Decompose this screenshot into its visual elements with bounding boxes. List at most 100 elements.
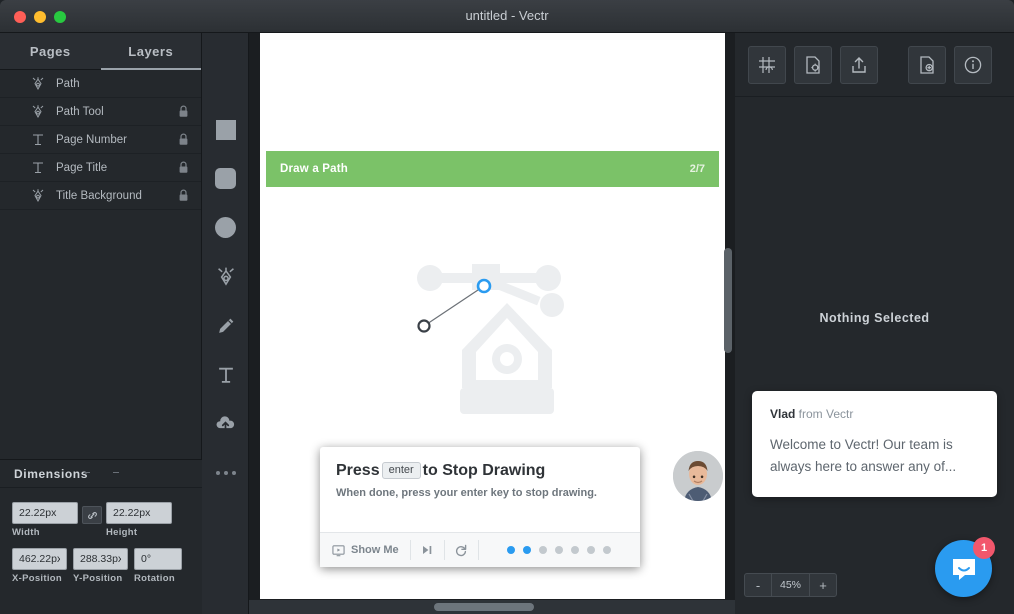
enter-key-cap: enter xyxy=(381,462,421,480)
rotation-input[interactable] xyxy=(134,548,182,570)
step-dot[interactable] xyxy=(506,546,515,554)
x-position-label: X-Position xyxy=(12,573,62,584)
layer-name: Path Tool xyxy=(56,105,104,118)
step-dot[interactable] xyxy=(538,546,547,554)
path-tool[interactable] xyxy=(202,252,249,301)
canvas-vertical-scrollbar[interactable] xyxy=(724,248,732,353)
layer-row[interactable]: Title Background xyxy=(0,182,201,210)
layer-row[interactable]: Path Tool xyxy=(0,98,201,126)
layer-list: Path Path Tool Page Number Page Title Ti… xyxy=(0,70,201,210)
lock-icon[interactable] xyxy=(178,161,189,174)
text-tool-icon xyxy=(33,161,43,173)
path-tool-icon xyxy=(32,104,44,118)
page-banner: Draw a Path 2/7 xyxy=(266,151,719,187)
height-label: Height xyxy=(106,527,138,538)
new-document-button[interactable] xyxy=(908,45,946,84)
y-position-field: Y-Position xyxy=(73,548,128,584)
grid-snap-icon xyxy=(759,56,775,73)
snap-grid-button[interactable] xyxy=(748,45,786,84)
width-input[interactable] xyxy=(12,502,78,524)
lock-icon[interactable] xyxy=(178,189,189,202)
y-position-label: Y-Position xyxy=(73,573,123,584)
layer-name: Page Number xyxy=(56,133,127,146)
tooltip-title-before: Press xyxy=(336,462,380,479)
tooltip-footer: Show Me xyxy=(320,532,640,567)
link-ratio-icon[interactable] xyxy=(82,506,102,524)
step-dot[interactable] xyxy=(554,546,563,554)
onboarding-tooltip: Press enter to Stop Drawing When done, pre… xyxy=(320,447,640,567)
intercom-message-card[interactable]: Vlad from Vectr Welcome to Vectr! Our te… xyxy=(752,391,997,497)
next-step-button[interactable] xyxy=(411,543,444,557)
restart-button[interactable] xyxy=(445,543,478,557)
show-me-button[interactable]: Show Me xyxy=(332,544,410,557)
x-position-input[interactable] xyxy=(12,548,67,570)
layer-row[interactable]: Page Title xyxy=(0,154,201,182)
path-tool-icon xyxy=(32,76,44,90)
x-position-field: X-Position xyxy=(12,548,67,584)
pen-tool-illustration xyxy=(417,264,564,414)
height-input[interactable] xyxy=(106,502,172,524)
info-button[interactable] xyxy=(954,45,992,84)
screen-play-icon xyxy=(332,544,345,556)
empty-selection-message: Nothing Selected xyxy=(819,311,930,325)
lock-icon[interactable] xyxy=(178,133,189,146)
step-dot[interactable] xyxy=(522,546,531,554)
position-row: X-Position Y-Position Rotation xyxy=(12,548,190,584)
lock-icon[interactable] xyxy=(178,105,189,118)
intercom-chat-icon xyxy=(952,558,975,580)
rectangle-tool[interactable] xyxy=(202,105,249,154)
y-position-input[interactable] xyxy=(73,548,128,570)
step-indicator xyxy=(506,546,611,554)
text-tool[interactable] xyxy=(202,350,249,399)
rounded-rectangle-tool[interactable] xyxy=(202,154,249,203)
layer-name: Path xyxy=(56,77,80,90)
dimensions-panel: Dimensions Width Height xyxy=(0,459,202,614)
zoom-value: 45% xyxy=(779,579,801,591)
unread-badge: 1 xyxy=(973,537,995,559)
scrollbar-thumb[interactable] xyxy=(434,603,534,611)
banner-title: Draw a Path xyxy=(280,163,349,175)
tooltip-title: Press enter to Stop Drawing xyxy=(336,461,624,480)
rotation-label: Rotation xyxy=(134,573,175,584)
pencil-icon xyxy=(218,318,233,333)
rotation-field: Rotation xyxy=(134,548,182,584)
rounded-square-icon xyxy=(215,168,236,189)
step-dot[interactable] xyxy=(602,546,611,554)
right-toolbar xyxy=(735,33,1014,97)
vectr-app-window: untitled - Vectr Pages Layers Path Path … xyxy=(0,0,1014,614)
layer-row[interactable]: Path xyxy=(0,70,201,98)
pen-path-icon xyxy=(217,267,234,286)
restart-icon xyxy=(456,544,467,557)
zoom-in-button[interactable]: + xyxy=(810,578,836,593)
layer-name: Title Background xyxy=(56,189,142,202)
text-tool-icon xyxy=(33,133,43,145)
info-circle-icon xyxy=(964,56,982,73)
sidebar-tabs: Pages Layers xyxy=(0,33,201,70)
zoom-out-button[interactable]: - xyxy=(745,578,771,593)
file-plus-icon xyxy=(920,55,934,74)
tab-layers[interactable]: Layers xyxy=(100,33,202,70)
step-dot[interactable] xyxy=(570,546,579,554)
tab-pages[interactable]: Pages xyxy=(0,33,101,69)
tooltip-subtitle: When done, press your enter key to stop … xyxy=(336,487,597,500)
tool-strip xyxy=(202,33,249,614)
document-settings-button[interactable] xyxy=(794,45,832,84)
layer-row[interactable]: Page Number xyxy=(0,126,201,154)
import-tool[interactable] xyxy=(202,399,249,448)
file-gear-icon xyxy=(806,55,820,74)
more-tools[interactable] xyxy=(202,448,249,497)
canvas-horizontal-scrollbar[interactable] xyxy=(249,600,735,614)
ellipsis-icon xyxy=(215,470,236,475)
dimensions-header: Dimensions xyxy=(0,460,202,488)
square-icon xyxy=(215,119,236,140)
intercom-launcher-button[interactable]: 1 xyxy=(935,537,995,597)
step-dot[interactable] xyxy=(586,546,595,554)
ellipse-tool[interactable] xyxy=(202,203,249,252)
banner-page-number: 2/7 xyxy=(689,163,705,175)
skip-next-icon xyxy=(423,546,432,554)
tooltip-body: Press enter to Stop Drawing When done, pre… xyxy=(320,447,640,512)
width-field: Width xyxy=(12,502,78,538)
layer-name: Page Title xyxy=(56,161,108,174)
export-button[interactable] xyxy=(840,45,878,84)
pencil-tool[interactable] xyxy=(202,301,249,350)
